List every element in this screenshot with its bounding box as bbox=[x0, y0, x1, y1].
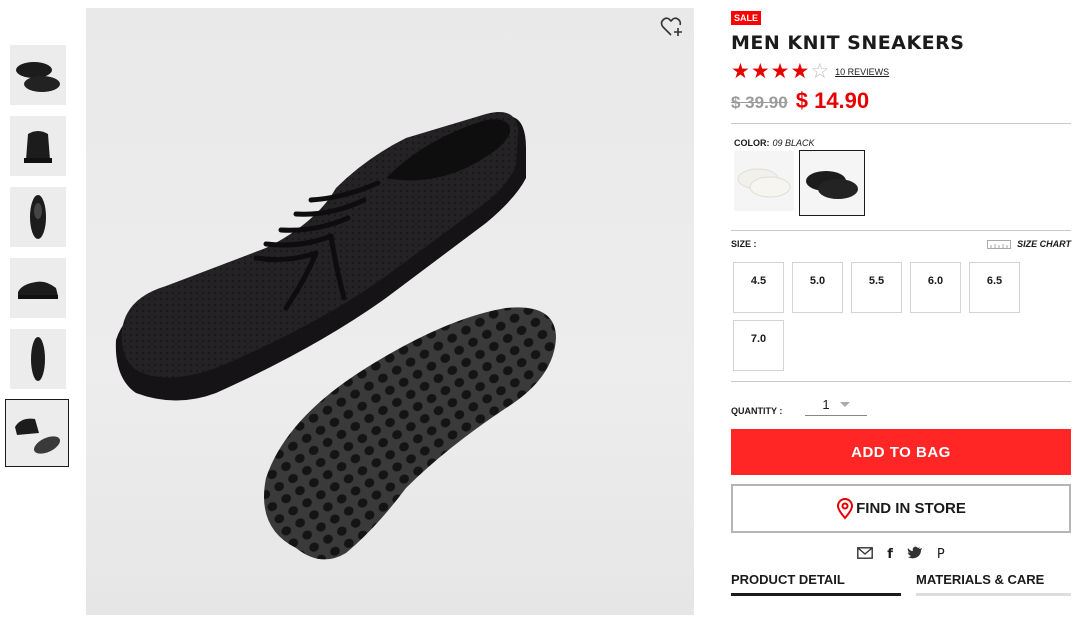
size-options: 4.5 5.0 5.5 6.0 6.5 7.0 bbox=[733, 262, 1033, 371]
add-to-wishlist-icon[interactable] bbox=[660, 16, 684, 38]
size-option[interactable]: 5.5 bbox=[851, 262, 902, 313]
chevron-down-icon bbox=[839, 401, 850, 407]
quantity-value: 1 bbox=[822, 396, 830, 412]
divider bbox=[731, 230, 1071, 231]
star-filled-icon: ★ bbox=[770, 60, 790, 83]
product-info-panel: SALE MEN KNIT SNEAKERS ★ ★ ★ ★ ☆ 10 REVIEWS … bbox=[731, 8, 1071, 596]
quantity-label: QUANTITY : bbox=[731, 406, 783, 416]
color-swatch-black[interactable] bbox=[799, 150, 865, 216]
find-in-store-label: FIND IN STORE bbox=[856, 500, 966, 517]
add-to-bag-button[interactable]: ADD TO BAG bbox=[731, 429, 1071, 475]
color-swatch-white[interactable] bbox=[734, 151, 794, 211]
size-header: SIZE : SIZE CHART bbox=[731, 239, 1071, 249]
color-swatches bbox=[734, 150, 1071, 216]
divider bbox=[731, 381, 1071, 382]
tab-materials-care[interactable]: MATERIALS & CARE bbox=[916, 572, 1071, 596]
product-tabs: PRODUCT DETAIL MATERIALS & CARE bbox=[731, 572, 1071, 596]
star-filled-icon: ★ bbox=[731, 60, 750, 83]
thumbnail-5[interactable] bbox=[10, 329, 66, 389]
size-option[interactable]: 6.5 bbox=[969, 262, 1020, 313]
thumbnail-list bbox=[5, 45, 69, 477]
thumbnail-2[interactable] bbox=[10, 116, 66, 176]
size-option[interactable]: 7.0 bbox=[733, 320, 784, 371]
quantity-row: QUANTITY : 1 bbox=[731, 396, 1071, 416]
thumbnail-4[interactable] bbox=[10, 258, 66, 318]
rating-row: ★ ★ ★ ★ ☆ 10 REVIEWS bbox=[731, 61, 1071, 83]
thumbnail-1[interactable] bbox=[10, 45, 66, 105]
size-option[interactable]: 5.0 bbox=[792, 262, 843, 313]
star-empty-icon: ☆ bbox=[810, 60, 830, 83]
product-main-image bbox=[86, 8, 694, 615]
location-pin-icon bbox=[837, 497, 854, 520]
divider bbox=[731, 123, 1071, 124]
ruler-icon bbox=[987, 239, 1012, 249]
star-rating: ★ ★ ★ ★ ☆ bbox=[731, 60, 830, 83]
color-value: 09 BLACK bbox=[772, 138, 815, 148]
size-label: SIZE : bbox=[731, 239, 757, 249]
thumbnail-3[interactable] bbox=[10, 187, 66, 247]
thumbnail-6[interactable] bbox=[5, 399, 69, 467]
size-option[interactable]: 4.5 bbox=[733, 262, 784, 313]
mail-icon[interactable] bbox=[857, 546, 874, 562]
star-filled-icon: ★ bbox=[750, 60, 770, 83]
share-icons: f P bbox=[731, 545, 1071, 563]
star-filled-icon: ★ bbox=[790, 60, 810, 83]
size-chart-link[interactable]: SIZE CHART bbox=[987, 239, 1071, 249]
product-title: MEN KNIT SNEAKERS bbox=[731, 32, 965, 54]
sneaker-illustration bbox=[115, 112, 556, 560]
size-option[interactable]: 6.0 bbox=[910, 262, 961, 313]
pinterest-icon[interactable]: P bbox=[937, 547, 945, 562]
find-in-store-button[interactable]: FIND IN STORE bbox=[731, 484, 1071, 533]
sale-badge: SALE bbox=[731, 11, 762, 25]
color-label-row: COLOR: 09 BLACK bbox=[734, 138, 1071, 148]
quantity-select[interactable]: 1 bbox=[805, 397, 867, 416]
facebook-icon[interactable]: f bbox=[887, 547, 893, 562]
price-row: $ 39.90 $ 14.90 bbox=[731, 88, 1071, 114]
size-chart-label: SIZE CHART bbox=[1017, 239, 1071, 249]
original-price: $ 39.90 bbox=[731, 93, 788, 112]
sale-price: $ 14.90 bbox=[795, 88, 870, 113]
twitter-icon[interactable] bbox=[907, 546, 923, 562]
tab-product-detail[interactable]: PRODUCT DETAIL bbox=[731, 572, 901, 596]
reviews-link[interactable]: 10 REVIEWS bbox=[835, 67, 889, 77]
color-label: COLOR: bbox=[734, 138, 770, 148]
